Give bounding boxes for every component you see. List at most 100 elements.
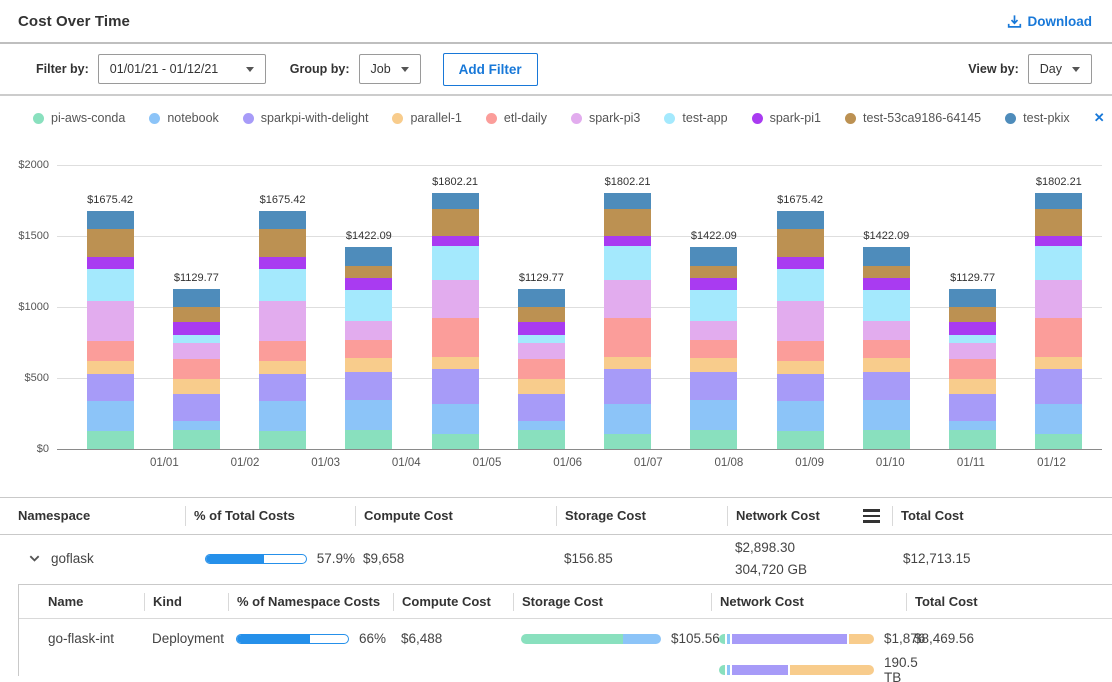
bar-segment-test-app[interactable] [949,335,996,343]
bar-segment-etl-daily[interactable] [87,341,134,362]
chevron-down-icon[interactable] [28,552,41,565]
bar-segment-test-app[interactable] [432,246,479,280]
legend-item-spark-pi1[interactable]: spark-pi1 [752,111,821,125]
bar-segment-parallel-1[interactable] [949,379,996,394]
legend-item-etl-daily[interactable]: etl-daily [486,111,547,125]
legend-item-test-53ca9186-64145[interactable]: test-53ca9186-64145 [845,111,981,125]
legend-item-pi-aws-conda[interactable]: pi-aws-conda [33,111,125,125]
bar-segment-notebook[interactable] [863,400,910,430]
bar-segment-notebook[interactable] [518,421,565,430]
bar-segment-notebook[interactable] [690,400,737,430]
bar-segment-test-pkix[interactable] [949,289,996,308]
bar-segment-sparkpi-with-delight[interactable] [690,372,737,400]
bar-segment-parallel-1[interactable] [690,358,737,372]
bar-segment-notebook[interactable] [604,404,651,434]
bar-segment-sparkpi-with-delight[interactable] [259,374,306,400]
bar-segment-test-53ca9186-64145[interactable] [604,209,651,236]
bar-segment-test-pkix[interactable] [87,211,134,229]
bar-segment-test-app[interactable] [259,269,306,301]
bar-segment-test-pkix[interactable] [1035,193,1082,209]
bar-segment-spark-pi3[interactable] [259,301,306,341]
bar-segment-test-53ca9186-64145[interactable] [949,307,996,322]
bar-segment-pi-aws-conda[interactable] [518,430,565,449]
legend-item-notebook[interactable]: notebook [149,111,218,125]
bar-segment-test-pkix[interactable] [690,247,737,266]
bar-01/12[interactable]: $1802.21 [1035,176,1082,449]
bar-01/09[interactable]: $1675.42 [777,194,824,449]
bar-segment-test-pkix[interactable] [345,247,392,266]
bar-segment-pi-aws-conda[interactable] [690,430,737,449]
bar-segment-pi-aws-conda[interactable] [863,430,910,449]
bar-segment-test-pkix[interactable] [604,193,651,209]
bar-segment-notebook[interactable] [259,401,306,431]
bar-segment-test-app[interactable] [863,290,910,321]
bar-segment-parallel-1[interactable] [1035,357,1082,369]
bar-01/02[interactable]: $1129.77 [173,272,220,449]
bar-segment-test-pkix[interactable] [863,247,910,266]
bar-segment-spark-pi3[interactable] [604,280,651,318]
legend-item-sparkpi-with-delight[interactable]: sparkpi-with-delight [243,111,369,125]
bar-segment-pi-aws-conda[interactable] [1035,434,1082,449]
bar-segment-pi-aws-conda[interactable] [432,434,479,449]
bar-segment-test-app[interactable] [173,335,220,343]
table-row[interactable]: goflask 57.9% $9,658 $156.85 $2,898.30 3… [0,535,1112,582]
bar-segment-parallel-1[interactable] [432,357,479,369]
group-by-select[interactable]: Job [359,54,421,84]
legend-item-test-app[interactable]: test-app [664,111,727,125]
date-range-select[interactable]: 01/01/21 - 01/12/21 [98,54,266,84]
bar-segment-test-53ca9186-64145[interactable] [690,266,737,279]
bar-segment-test-53ca9186-64145[interactable] [259,229,306,257]
bar-segment-test-app[interactable] [604,246,651,280]
bar-segment-notebook[interactable] [777,401,824,431]
bar-segment-sparkpi-with-delight[interactable] [777,374,824,400]
bar-segment-etl-daily[interactable] [259,341,306,362]
bar-segment-spark-pi1[interactable] [518,322,565,335]
bar-segment-parallel-1[interactable] [87,361,134,374]
bar-segment-spark-pi3[interactable] [777,301,824,341]
bar-segment-parallel-1[interactable] [173,379,220,394]
bar-01/01[interactable]: $1675.42 [87,194,134,449]
bar-segment-spark-pi1[interactable] [949,322,996,335]
bar-segment-etl-daily[interactable] [1035,318,1082,357]
bar-segment-etl-daily[interactable] [690,340,737,358]
bar-segment-spark-pi1[interactable] [863,278,910,290]
bar-segment-test-53ca9186-64145[interactable] [345,266,392,279]
bar-segment-sparkpi-with-delight[interactable] [173,394,220,421]
bar-segment-spark-pi3[interactable] [690,321,737,340]
bar-segment-test-app[interactable] [1035,246,1082,280]
bar-segment-pi-aws-conda[interactable] [777,431,824,450]
bar-01/06[interactable]: $1129.77 [518,272,565,449]
bar-segment-test-app[interactable] [87,269,134,301]
deselect-all-button[interactable]: ✕ Deselect All [1094,104,1112,132]
bar-segment-test-app[interactable] [690,290,737,321]
bar-segment-spark-pi3[interactable] [173,343,220,359]
bar-segment-test-53ca9186-64145[interactable] [173,307,220,322]
bar-segment-pi-aws-conda[interactable] [173,430,220,449]
bar-segment-pi-aws-conda[interactable] [604,434,651,449]
legend-item-spark-pi3[interactable]: spark-pi3 [571,111,640,125]
view-by-select[interactable]: Day [1028,54,1092,84]
bar-segment-spark-pi1[interactable] [345,278,392,290]
bar-segment-test-53ca9186-64145[interactable] [863,266,910,279]
bar-segment-spark-pi1[interactable] [87,257,134,268]
bar-segment-pi-aws-conda[interactable] [345,430,392,449]
bar-segment-spark-pi3[interactable] [432,280,479,318]
namespace-cell[interactable]: goflask [18,551,185,566]
bar-segment-sparkpi-with-delight[interactable] [345,372,392,400]
bar-segment-sparkpi-with-delight[interactable] [949,394,996,421]
bar-segment-test-app[interactable] [345,290,392,321]
bar-segment-pi-aws-conda[interactable] [87,431,134,450]
bar-segment-notebook[interactable] [1035,404,1082,434]
bar-segment-test-53ca9186-64145[interactable] [432,209,479,236]
bar-segment-etl-daily[interactable] [345,340,392,358]
bar-segment-parallel-1[interactable] [345,358,392,372]
bar-segment-spark-pi3[interactable] [345,321,392,340]
bar-01/10[interactable]: $1422.09 [863,230,910,449]
bar-segment-spark-pi1[interactable] [604,236,651,246]
bar-segment-spark-pi1[interactable] [432,236,479,246]
download-button[interactable]: Download [1007,14,1093,29]
bar-01/07[interactable]: $1802.21 [604,176,651,449]
bar-segment-etl-daily[interactable] [949,359,996,379]
bar-segment-notebook[interactable] [949,421,996,430]
bar-segment-spark-pi1[interactable] [777,257,824,268]
